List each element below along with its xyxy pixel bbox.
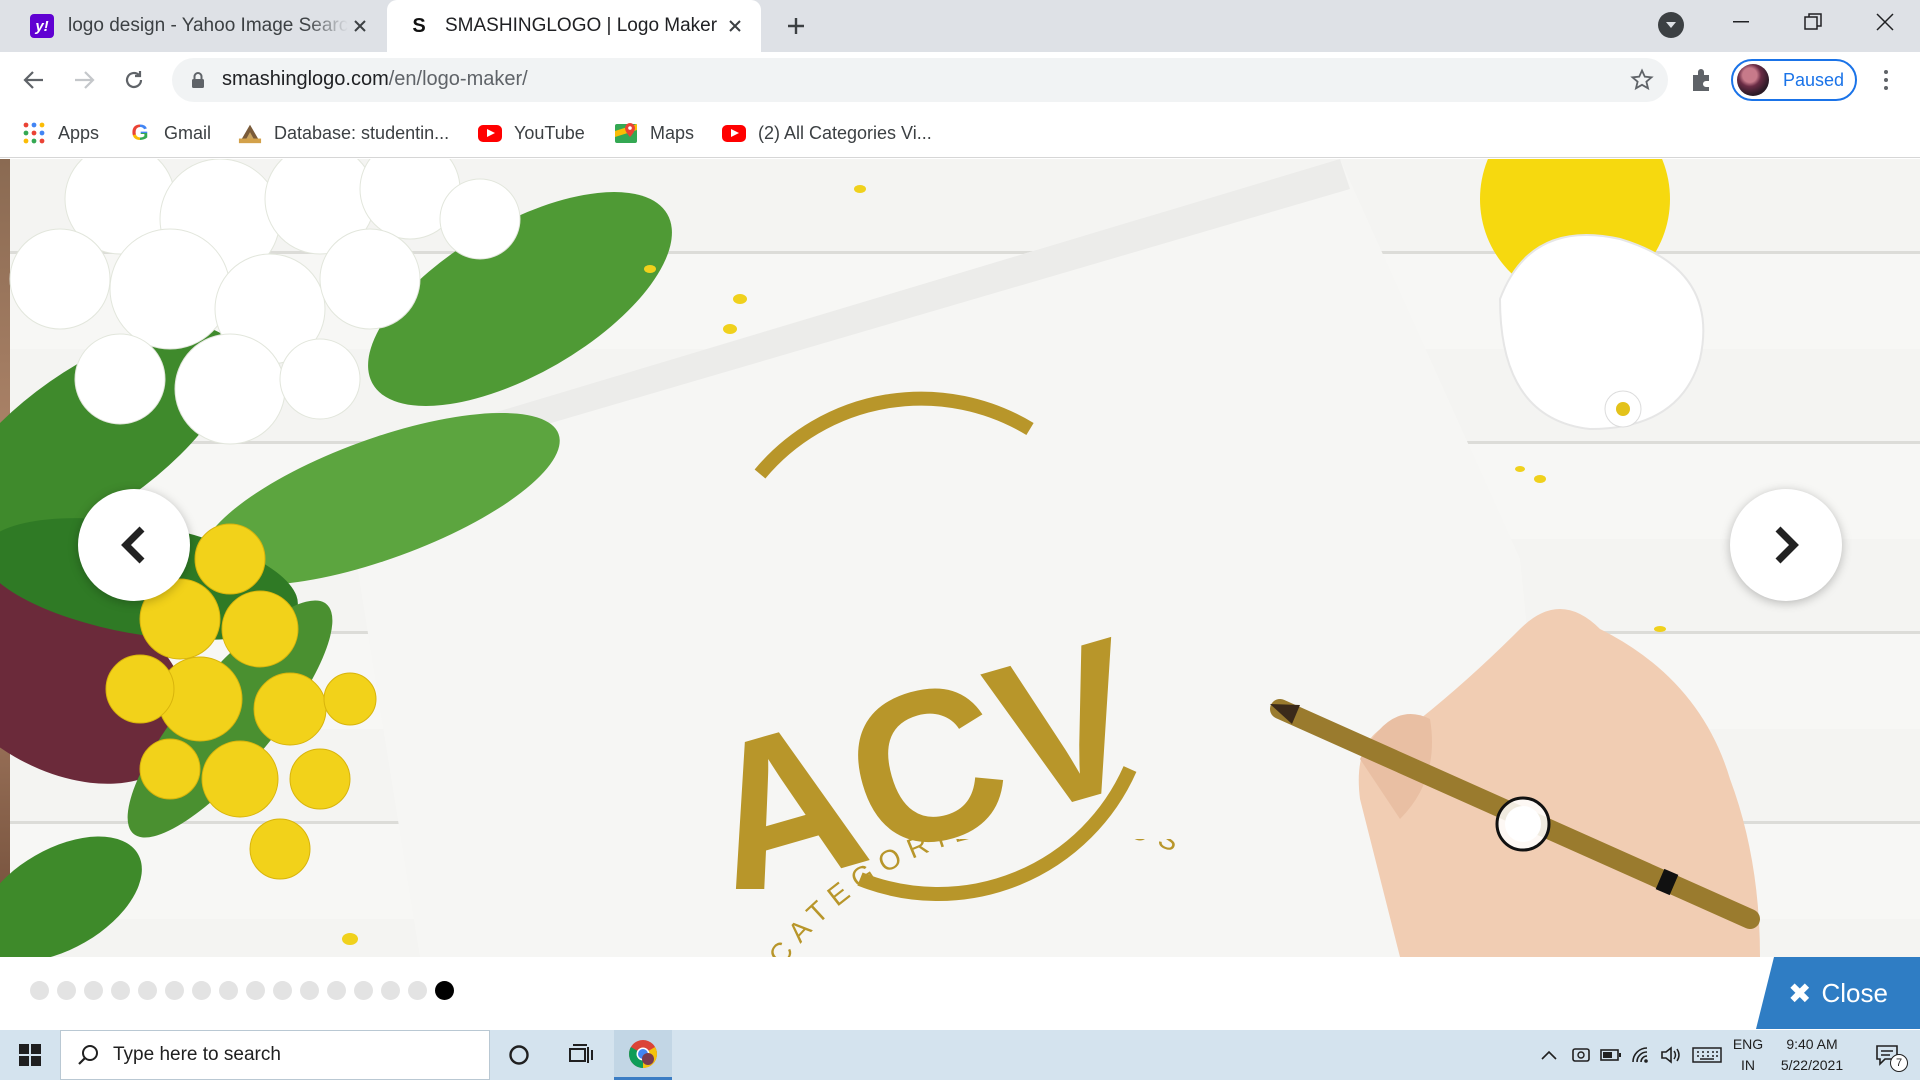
- clock-date: 5/22/2021: [1780, 1057, 1844, 1073]
- carousel-dot[interactable]: [111, 981, 130, 1000]
- language-indicator[interactable]: ENG IN: [1728, 1030, 1768, 1080]
- url-host: smashinglogo.com: [222, 68, 389, 90]
- carousel-dot[interactable]: [408, 981, 427, 1000]
- language-code: ENG: [1732, 1036, 1764, 1052]
- search-placeholder: Type here to search: [113, 1044, 281, 1065]
- bookmark-label: Database: studentin...: [274, 122, 450, 143]
- smashinglogo-icon: S: [412, 14, 426, 37]
- clock[interactable]: 9:40 AM 5/22/2021: [1772, 1030, 1852, 1080]
- taskbar-search-box[interactable]: Type here to search: [60, 1030, 490, 1080]
- previous-slide-button[interactable]: [78, 489, 190, 601]
- battery-icon[interactable]: [1598, 1030, 1624, 1080]
- carousel-dot[interactable]: [165, 981, 184, 1000]
- logo-tagline-text: ALL CATEGORIES VIDEOS: [720, 839, 1182, 957]
- carousel-dots: [30, 981, 454, 1000]
- forward-arrow-icon[interactable]: [64, 60, 104, 100]
- carousel-dot[interactable]: [84, 981, 103, 1000]
- minimize-icon[interactable]: [1712, 0, 1770, 44]
- carousel-dot[interactable]: [327, 981, 346, 1000]
- carousel-dot[interactable]: [435, 981, 454, 1000]
- show-hidden-icons-chevron-icon[interactable]: [1536, 1030, 1562, 1080]
- apps-grid-icon: [22, 121, 46, 145]
- tab-title: logo design - Yahoo Image Search: [68, 15, 348, 36]
- chrome-taskbar-button[interactable]: [614, 1030, 672, 1080]
- chevron-left-icon: [121, 526, 145, 564]
- wifi-icon[interactable]: [1628, 1030, 1654, 1080]
- language-region: IN: [1741, 1057, 1755, 1073]
- kebab-menu-icon[interactable]: [1872, 66, 1900, 94]
- back-arrow-icon[interactable]: [14, 60, 54, 100]
- carousel-dot[interactable]: [138, 981, 157, 1000]
- yahoo-icon: y!: [30, 14, 54, 38]
- notification-count: 7: [1890, 1054, 1908, 1072]
- logo-tagline: ALL CATEGORIES VIDEOS: [720, 839, 1190, 957]
- bookmark-star-icon[interactable]: [1630, 68, 1654, 92]
- profile-status-label: Paused: [1783, 69, 1845, 90]
- tab-smashinglogo[interactable]: S SMASHINGLOGO | Logo Maker: [387, 0, 761, 52]
- close-window-icon[interactable]: [1856, 0, 1914, 44]
- reload-icon[interactable]: [114, 60, 154, 100]
- tab-strip: y! logo design - Yahoo Image Search S SM…: [0, 0, 1920, 52]
- new-tab-button[interactable]: [782, 12, 810, 40]
- bookmark-label: YouTube: [514, 122, 585, 143]
- close-label: Close: [1821, 977, 1888, 1008]
- google-g-icon: G: [128, 120, 152, 145]
- chevron-right-icon: [1775, 526, 1799, 564]
- tab-yahoo[interactable]: y! logo design - Yahoo Image Search: [14, 0, 386, 52]
- bookmark-label: Maps: [650, 122, 695, 143]
- lock-icon[interactable]: [188, 70, 208, 90]
- bookmark-label: Gmail: [164, 122, 212, 143]
- restore-icon[interactable]: [1784, 0, 1842, 44]
- youtube-icon: [722, 121, 746, 145]
- close-tab-icon[interactable]: [723, 14, 747, 38]
- close-button[interactable]: ✖ Close: [1756, 957, 1920, 1029]
- avatar: [1737, 64, 1769, 96]
- task-view-icon[interactable]: [552, 1030, 610, 1080]
- bookmark-label: Apps: [58, 122, 100, 143]
- profile-button[interactable]: Paused: [1731, 59, 1857, 101]
- close-x-icon: ✖: [1788, 977, 1812, 1009]
- carousel-dot[interactable]: [57, 981, 76, 1000]
- meet-now-icon[interactable]: [1568, 1030, 1594, 1080]
- address-bar[interactable]: smashinglogo.com/en/logo-maker/: [172, 58, 1668, 102]
- carousel-dot[interactable]: [273, 981, 292, 1000]
- clock-time: 9:40 AM: [1786, 1036, 1838, 1052]
- search-icon: [78, 1045, 98, 1065]
- youtube-icon: [478, 121, 502, 145]
- url-text[interactable]: smashinglogo.com/en/logo-maker/: [222, 68, 528, 91]
- tab-search-icon[interactable]: [1658, 12, 1684, 38]
- maps-icon: [614, 121, 638, 145]
- next-slide-button[interactable]: [1730, 489, 1842, 601]
- browser-toolbar: smashinglogo.com/en/logo-maker/ Paused: [0, 52, 1920, 108]
- bookmark-apps[interactable]: Apps: [22, 118, 99, 148]
- bookmark-gmail[interactable]: G Gmail: [128, 118, 211, 148]
- keyboard-icon[interactable]: [1690, 1030, 1724, 1080]
- carousel-dot[interactable]: [300, 981, 319, 1000]
- notifications-icon[interactable]: 7: [1862, 1030, 1912, 1080]
- carousel-dot[interactable]: [192, 981, 211, 1000]
- carousel-dot[interactable]: [219, 981, 238, 1000]
- chrome-icon: [629, 1039, 657, 1068]
- windows-start-icon[interactable]: [0, 1030, 60, 1080]
- bookmarks-bar: Apps G Gmail Database: studentin... YouT…: [0, 108, 1920, 158]
- slide-image: ACV ALL CATEGORIES VIDEOS: [0, 159, 1920, 957]
- cortana-icon[interactable]: [490, 1030, 548, 1080]
- bookmark-all-categories[interactable]: (2) All Categories Vi...: [722, 118, 932, 148]
- url-path: /en/logo-maker/: [388, 68, 528, 90]
- carousel-dot[interactable]: [246, 981, 265, 1000]
- close-tab-icon[interactable]: [348, 14, 372, 38]
- bookmark-youtube[interactable]: YouTube: [478, 118, 585, 148]
- carousel-dot[interactable]: [381, 981, 400, 1000]
- carousel-dot[interactable]: [30, 981, 49, 1000]
- tab-title: SMASHINGLOGO | Logo Maker: [445, 15, 718, 36]
- extensions-puzzle-icon[interactable]: [1688, 66, 1716, 94]
- bookmark-label: (2) All Categories Vi...: [758, 122, 932, 143]
- svg-text:ALL CATEGORIES VIDEOS: ALL CATEGORIES VIDEOS: [720, 839, 1190, 957]
- carousel-dot[interactable]: [354, 981, 373, 1000]
- bookmark-database[interactable]: Database: studentin...: [238, 118, 449, 148]
- bookmark-maps[interactable]: Maps: [614, 118, 694, 148]
- database-icon: [238, 121, 262, 145]
- windows-taskbar: Type here to search ENG IN 9:40 AM 5/22/…: [0, 1030, 1920, 1080]
- volume-icon[interactable]: [1656, 1030, 1686, 1080]
